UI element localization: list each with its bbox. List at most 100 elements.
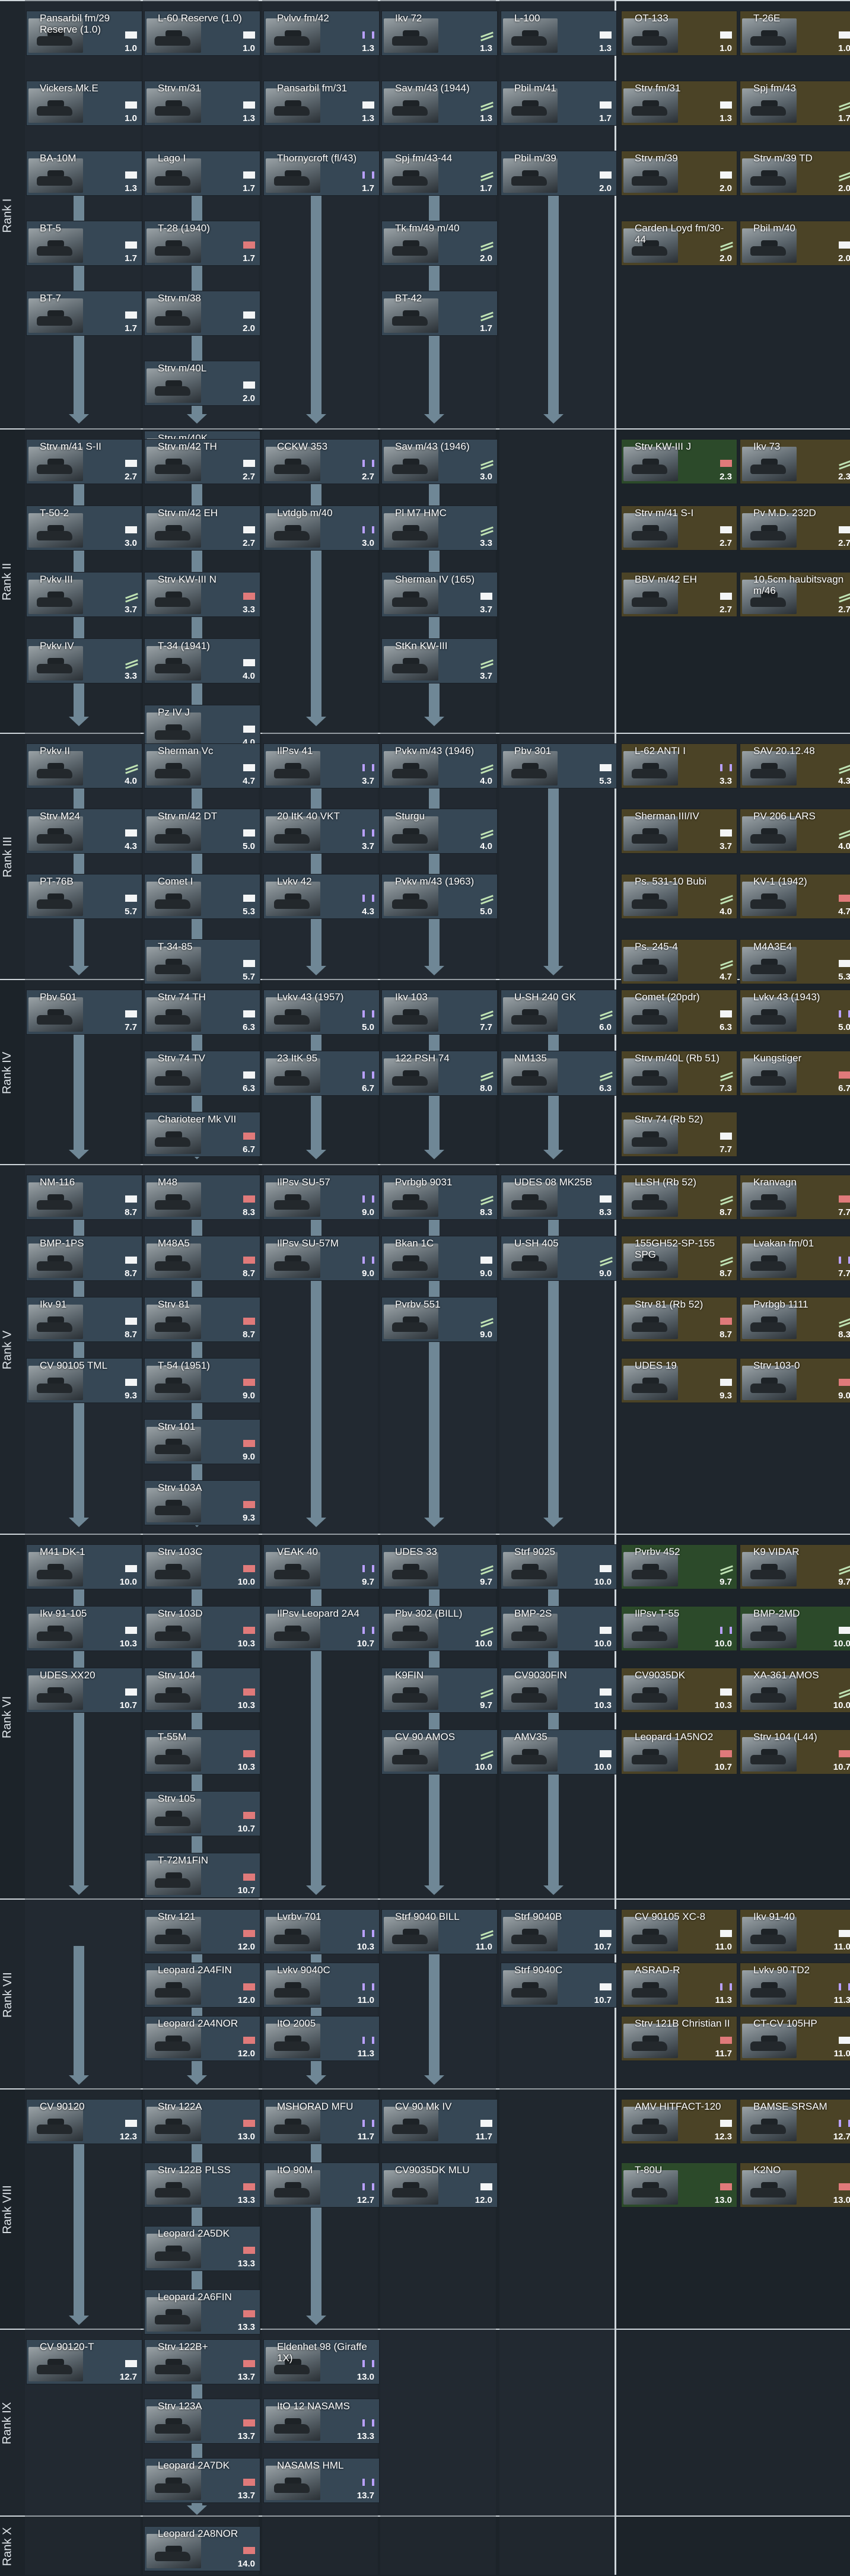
vehicle-card[interactable]: Lago I 1.7	[144, 151, 260, 196]
vehicle-card[interactable]: Strv 101 9.0	[144, 1419, 260, 1464]
vehicle-card[interactable]: Leopard 2A8NOR 14.0	[144, 2526, 260, 2571]
vehicle-card[interactable]: Charioteer Mk VII 6.7	[144, 1112, 260, 1157]
vehicle-card[interactable]: Strv fm/31 1.3	[621, 81, 737, 126]
vehicle-card[interactable]: CV9035DK 10.3	[621, 1668, 737, 1713]
vehicle-card[interactable]: Leopard 2A5DK 13.3	[144, 2226, 260, 2271]
vehicle-card[interactable]: CCKW 353 2.7	[263, 439, 380, 484]
vehicle-card[interactable]: Pvrbgb 1111 8.3	[740, 1297, 850, 1342]
vehicle-card[interactable]: T-55M 10.3	[144, 1729, 260, 1774]
vehicle-card[interactable]: Pansarbil fm/31 1.3	[263, 81, 380, 126]
vehicle-card[interactable]: ItO 12 NASAMS 13.3	[263, 2399, 380, 2444]
vehicle-card[interactable]: T-34-85 5.7	[144, 939, 260, 984]
vehicle-card[interactable]: Pvkv m/43 (1963) 5.0	[381, 874, 498, 919]
vehicle-card[interactable]: Lvkv 43 (1943) 5.0	[740, 990, 850, 1035]
vehicle-card[interactable]: Strv 103-0 9.0	[740, 1358, 850, 1403]
vehicle-card[interactable]: Strv 105 10.7	[144, 1791, 260, 1836]
vehicle-card[interactable]: Lvkv 90 TD2 11.3	[740, 1963, 850, 2008]
vehicle-card[interactable]: Strv 121B Christian II 11.7	[621, 2016, 737, 2061]
vehicle-card[interactable]: BT-42 1.7	[381, 291, 498, 336]
vehicle-card[interactable]: Vickers Mk.E 1.0	[26, 81, 142, 126]
vehicle-card[interactable]: T-28 (1940) 1.7	[144, 221, 260, 266]
vehicle-card[interactable]: Sherman Vc 4.7	[144, 743, 260, 788]
vehicle-card[interactable]: Thornycroft (fl/43) 1.7	[263, 151, 380, 196]
vehicle-card[interactable]: Leopard 2A7DK 13.7	[144, 2458, 260, 2503]
vehicle-card[interactable]: Lvkv 42 4.3	[263, 874, 380, 919]
vehicle-card[interactable]: AMV HITFACT-120 12.3	[621, 2099, 737, 2144]
vehicle-card[interactable]: Bkan 1C 9.0	[381, 1236, 498, 1281]
vehicle-card[interactable]: Comet I 5.3	[144, 874, 260, 919]
vehicle-card[interactable]: Lvrbv 701 10.3	[263, 1909, 380, 1954]
vehicle-card[interactable]: K9 VIDAR 9.7	[740, 1544, 850, 1589]
vehicle-card[interactable]: CT-CV 105HP 11.0	[740, 2016, 850, 2061]
vehicle-card[interactable]: Ikv 103 7.7	[381, 990, 498, 1035]
vehicle-card[interactable]: Leopard 2A4FIN 12.0	[144, 1963, 260, 2008]
vehicle-card[interactable]: Strv m/42 DT 5.0	[144, 809, 260, 854]
vehicle-card[interactable]: Strv m/40L (Rb 51) 7.3	[621, 1051, 737, 1096]
vehicle-card[interactable]: Sav m/43 (1944) 1.3	[381, 81, 498, 126]
vehicle-card[interactable]: Strv 122A 13.0	[144, 2099, 260, 2144]
vehicle-card[interactable]: Kungstiger 6.7	[740, 1051, 850, 1096]
vehicle-card[interactable]: BA-10M 1.3	[26, 151, 142, 196]
vehicle-card[interactable]: Pvrbv 551 9.0	[381, 1297, 498, 1342]
vehicle-card[interactable]: Strv m/40L 2.0	[144, 361, 260, 406]
vehicle-card[interactable]: IlPsv SU-57M 9.0	[263, 1236, 380, 1281]
vehicle-card[interactable]: Strv 121 12.0	[144, 1909, 260, 1954]
vehicle-card[interactable]: Leopard 1A5NO2 10.7	[621, 1729, 737, 1774]
vehicle-card[interactable]: Strv 122B PLSS 13.3	[144, 2162, 260, 2208]
vehicle-card[interactable]: 155GH52-SP-155 SPG 8.7	[621, 1236, 737, 1281]
vehicle-card[interactable]: Pvlvv fm/42 1.3	[263, 11, 380, 56]
vehicle-card[interactable]: 23 ItK 95 6.7	[263, 1051, 380, 1096]
vehicle-card[interactable]: Lvkv 9040C 11.0	[263, 1963, 380, 2008]
vehicle-card[interactable]: Sherman III/IV 3.7	[621, 809, 737, 854]
vehicle-card[interactable]: Strv m/41 S-I 2.7	[621, 505, 737, 551]
vehicle-card[interactable]: NASAMS HML 13.7	[263, 2458, 380, 2503]
vehicle-card[interactable]: Strv 122B+ 13.7	[144, 2339, 260, 2384]
vehicle-card[interactable]: Strv m/39 TD 2.0	[740, 151, 850, 196]
vehicle-card[interactable]: Pvkv II 4.0	[26, 743, 142, 788]
vehicle-card[interactable]: CV 90120 12.3	[26, 2099, 142, 2144]
vehicle-card[interactable]: AMV35 10.0	[501, 1729, 617, 1774]
vehicle-card[interactable]: Spj fm/43 1.7	[740, 81, 850, 126]
vehicle-card[interactable]: Sturgu 4.0	[381, 809, 498, 854]
vehicle-card[interactable]: T-50-2 3.0	[26, 505, 142, 551]
vehicle-card[interactable]: PV 206 LARS 4.0	[740, 809, 850, 854]
vehicle-card[interactable]: L-100 1.3	[501, 11, 617, 56]
vehicle-card[interactable]: UDES 33 9.7	[381, 1544, 498, 1589]
vehicle-card[interactable]: Strv m/42 TH 2.7	[144, 439, 260, 484]
vehicle-card[interactable]: 10,5cm haubitsvagn m/46 2.7	[740, 572, 850, 617]
vehicle-card[interactable]: UDES 08 MK25B 8.3	[501, 1175, 617, 1220]
vehicle-card[interactable]: T-72M1FIN 10.7	[144, 1853, 260, 1898]
vehicle-card[interactable]: Strv M24 4.3	[26, 809, 142, 854]
vehicle-card[interactable]: XA-361 AMOS 10.0	[740, 1668, 850, 1713]
vehicle-card[interactable]: Ps. 245-4 4.7	[621, 939, 737, 984]
vehicle-card[interactable]: Ps. 531-10 Bubi 4.0	[621, 874, 737, 919]
vehicle-card[interactable]: Strv 104 10.3	[144, 1668, 260, 1713]
vehicle-card[interactable]: OT-133 1.0	[621, 11, 737, 56]
vehicle-card[interactable]: Sherman IV (165) 3.7	[381, 572, 498, 617]
vehicle-card[interactable]: BBV m/42 EH 2.7	[621, 572, 737, 617]
vehicle-card[interactable]: T-26E 1.0	[740, 11, 850, 56]
vehicle-card[interactable]: M48 8.3	[144, 1175, 260, 1220]
vehicle-card[interactable]: IlPsv Leopard 2A4 10.7	[263, 1606, 380, 1651]
vehicle-card[interactable]: T-80U 13.0	[621, 2162, 737, 2208]
vehicle-card[interactable]: SAV 20.12.48 4.3	[740, 743, 850, 788]
vehicle-card[interactable]: Pvrbgb 9031 8.3	[381, 1175, 498, 1220]
vehicle-card[interactable]: Leopard 2A4NOR 12.0	[144, 2016, 260, 2061]
vehicle-card[interactable]: Strv m/42 EH 2.7	[144, 505, 260, 551]
vehicle-card[interactable]: BMP-2S 10.0	[501, 1606, 617, 1651]
vehicle-card[interactable]: K9FIN 9.7	[381, 1668, 498, 1713]
vehicle-card[interactable]: Strv 74 TV 6.3	[144, 1051, 260, 1096]
vehicle-card[interactable]: Carden Loyd fm/30-44 2.0	[621, 221, 737, 266]
vehicle-card[interactable]: Strv 103D 10.3	[144, 1606, 260, 1651]
vehicle-card[interactable]: BT-7 1.7	[26, 291, 142, 336]
vehicle-card[interactable]: Ikv 91-40 11.0	[740, 1909, 850, 1954]
vehicle-card[interactable]: CV9030FIN 10.3	[501, 1668, 617, 1713]
vehicle-card[interactable]: Lvtdgb m/40 3.0	[263, 505, 380, 551]
vehicle-card[interactable]: T-34 (1941) 4.0	[144, 638, 260, 683]
vehicle-card[interactable]: Comet (20pdr) 6.3	[621, 990, 737, 1035]
vehicle-card[interactable]: 20 ItK 40 VKT 3.7	[263, 809, 380, 854]
vehicle-card[interactable]: Strv 104 (L44) 10.7	[740, 1729, 850, 1774]
vehicle-card[interactable]: StKn KW-III 3.7	[381, 638, 498, 683]
vehicle-card[interactable]: Strv 74 TH 6.3	[144, 990, 260, 1035]
vehicle-card[interactable]: Strv 74 (Rb 52) 7.7	[621, 1112, 737, 1157]
